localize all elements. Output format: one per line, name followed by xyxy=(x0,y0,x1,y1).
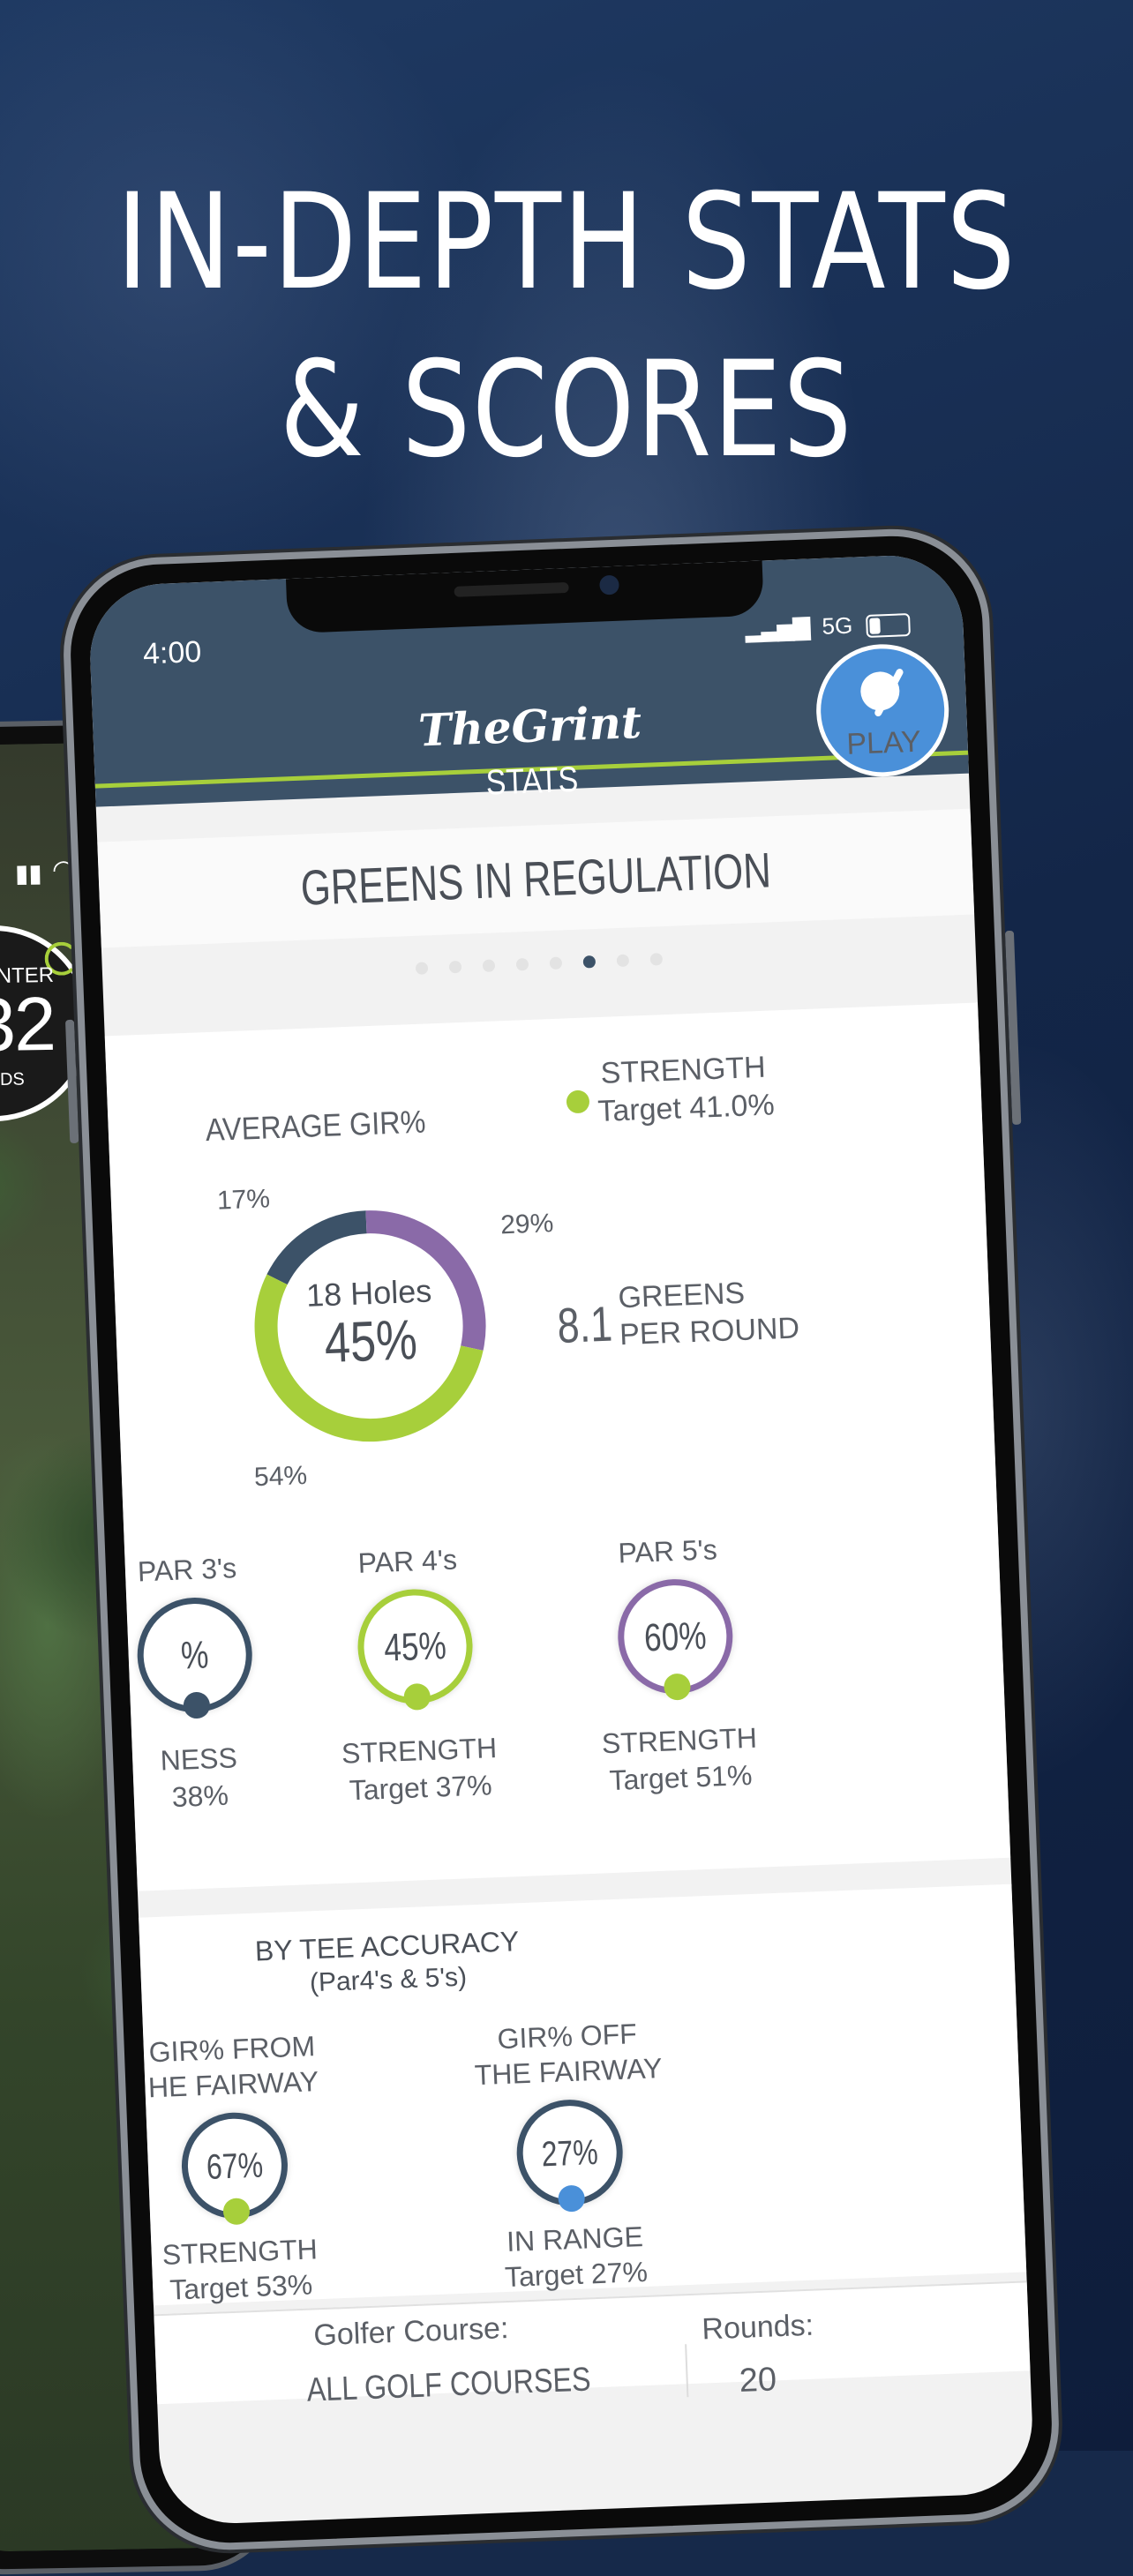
tee-accuracy-item: GIR% FROM HE FAIRWAY 67% STRENGTH Target… xyxy=(139,1884,1011,2305)
tee-title-1: GIR% FROM xyxy=(148,2030,316,2069)
par-value: 45% xyxy=(383,1624,447,1670)
tee-value: 27% xyxy=(540,2132,599,2175)
par-title: PAR 4's xyxy=(357,1543,458,1579)
donut-slice-1 xyxy=(266,1210,367,1285)
app-screen: 4:00 ▂▃▅▇ 5G TheGrint STATS PLAY GREENS … xyxy=(87,552,1035,2527)
greens-label-2: PER ROUND xyxy=(619,1311,800,1352)
battery-icon xyxy=(866,613,911,639)
donut-slice-label-1: 17% xyxy=(216,1184,271,1216)
par-stat-5: PAR 5's 60% STRENGTH Target 51% xyxy=(105,1002,978,1796)
rounds-filter-value[interactable]: 20 xyxy=(739,2361,777,2400)
tee-value: 67% xyxy=(206,2145,264,2187)
rounds-filter-label: Rounds: xyxy=(701,2308,814,2347)
par-value: 60% xyxy=(643,1614,708,1660)
page-title-bar: GREENS IN REGULATION xyxy=(97,808,975,948)
tee-target: Target 53% xyxy=(169,2268,313,2306)
par-stat-4: PAR 4's 45% STRENGTH Target 37% xyxy=(105,1002,978,1807)
network-label: 5G xyxy=(821,611,853,640)
status-indicators: ▂▃▅▇ 5G xyxy=(745,610,911,643)
tee-ring: 27% xyxy=(514,2097,625,2213)
page-dot[interactable] xyxy=(649,953,664,966)
page-dot[interactable] xyxy=(448,960,462,974)
par-knob xyxy=(403,1682,431,1711)
greens-per-round-value: 8.1 xyxy=(556,1295,614,1353)
headline-line-1: IN-DEPTH STATS xyxy=(116,166,1017,319)
strength-legend-dot xyxy=(566,1090,590,1114)
tee-knob xyxy=(222,2198,251,2226)
page-dot[interactable] xyxy=(482,959,496,972)
par-ring: % xyxy=(135,1595,255,1719)
average-gir-heading: AVERAGE GIR% xyxy=(205,1103,427,1149)
status-time: 4:00 xyxy=(142,634,202,671)
page-dot[interactable] xyxy=(582,955,597,969)
donut-center-value: 45% xyxy=(323,1307,419,1375)
tee-accuracy-card: BY TEE ACCURACY (Par4's & 5's) GIR% FROM… xyxy=(139,1883,1027,2306)
donut-slice-label-2: 29% xyxy=(499,1209,554,1240)
tee-accuracy-item: GIR% OFF THE FAIRWAY 27% IN RANGE Target… xyxy=(139,1884,1011,2293)
headline-line-2: & SCORES xyxy=(279,333,854,487)
par-status: STRENGTH xyxy=(341,1732,498,1770)
play-button-label: PLAY xyxy=(845,724,922,761)
par-ring: 45% xyxy=(356,1587,475,1711)
page-dot[interactable] xyxy=(549,956,563,970)
donut-slice-label-3: 54% xyxy=(253,1461,308,1493)
par-status: STRENGTH xyxy=(601,1721,758,1760)
page-title: GREENS IN REGULATION xyxy=(299,842,772,916)
par-target: Target 51% xyxy=(608,1758,754,1797)
greens-label-1: GREENS xyxy=(617,1276,746,1315)
golf-ball-icon xyxy=(859,670,901,712)
filter-divider xyxy=(685,2344,689,2398)
legend-label: STRENGTH xyxy=(600,1050,767,1090)
signal-icon: ▂▃▅▇ xyxy=(744,613,809,643)
par-value: % xyxy=(180,1633,210,1678)
signal-icon: ▮▮ xyxy=(14,859,43,887)
average-gir-card: AVERAGE GIR% STRENGTH Target 41.0% 17% 2… xyxy=(104,1002,1011,1891)
legend-target: Target 41.0% xyxy=(597,1088,776,1129)
tee-title-2: HE FAIRWAY xyxy=(147,2065,319,2104)
main-phone: 4:00 ▂▃▅▇ 5G TheGrint STATS PLAY GREENS … xyxy=(60,525,1062,2554)
tee-knob xyxy=(558,2184,586,2213)
tee-target: Target 27% xyxy=(504,2255,649,2294)
tee-status: STRENGTH xyxy=(161,2233,319,2271)
par-knob xyxy=(663,1673,692,1701)
par-title: PAR 3's xyxy=(137,1552,237,1588)
tee-title-2: THE FAIRWAY xyxy=(474,2052,664,2092)
tee-title-1: GIR% OFF xyxy=(496,2018,638,2056)
headline: IN-DEPTH STATS & SCORES xyxy=(102,159,1032,494)
par-target: Target 37% xyxy=(349,1769,493,1807)
page-dot[interactable] xyxy=(616,954,630,968)
par-title: PAR 5's xyxy=(617,1533,718,1569)
par-stat-3: PAR 3's % NESS 38% xyxy=(105,1002,978,1813)
page-dot[interactable] xyxy=(415,962,429,975)
tee-ring: 67% xyxy=(179,2110,290,2226)
par-ring: 60% xyxy=(615,1576,735,1701)
page-dot[interactable] xyxy=(515,957,529,971)
tee-status: IN RANGE xyxy=(506,2220,644,2258)
page-indicator[interactable] xyxy=(102,940,976,991)
par-knob xyxy=(183,1691,211,1719)
course-filter-select[interactable]: ALL GOLF COURSES xyxy=(306,2361,591,2409)
course-filter-label: Golfer Course: xyxy=(312,2310,510,2353)
